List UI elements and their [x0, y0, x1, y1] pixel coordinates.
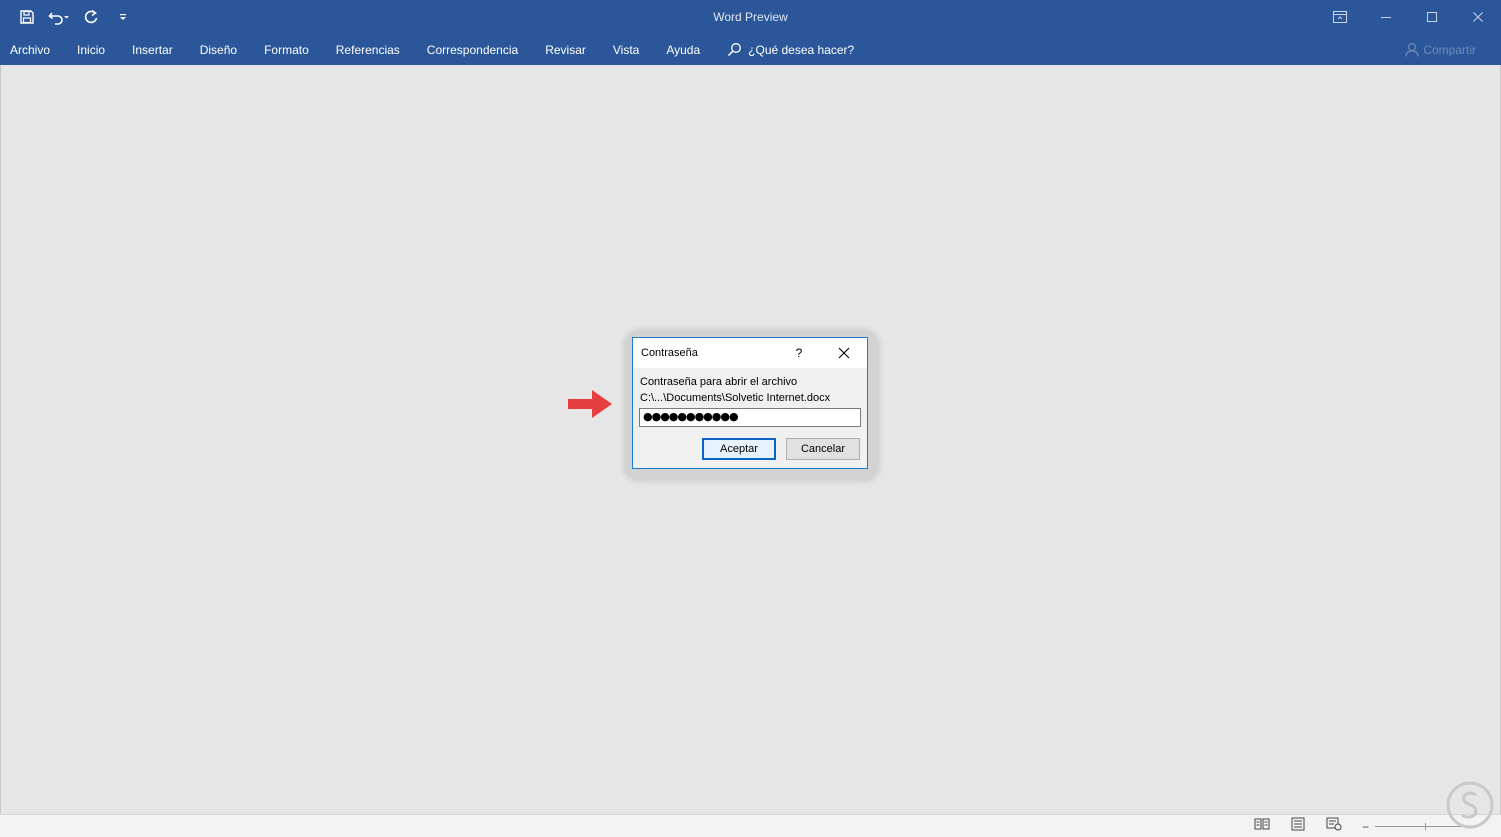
password-dialog: Contraseña ? Contraseña para abrir el ar… — [632, 337, 868, 469]
window-controls — [1317, 0, 1501, 34]
ribbon-display-options-button[interactable] — [1317, 0, 1363, 34]
ribbon-tabs-bar: Archivo Inicio Insertar Diseño Formato R… — [0, 34, 1501, 65]
web-layout-icon — [1326, 817, 1342, 831]
tab-insertar[interactable]: Insertar — [132, 43, 173, 57]
watermark-logo-icon — [1446, 781, 1494, 829]
maximize-icon — [1427, 12, 1437, 22]
zoom-out-icon[interactable]: − — [1362, 820, 1369, 834]
web-layout-button[interactable] — [1326, 817, 1342, 836]
close-window-button[interactable] — [1455, 0, 1501, 34]
search-icon — [728, 43, 742, 57]
password-label: Contraseña para abrir el archivo — [640, 376, 798, 388]
person-icon — [1405, 42, 1419, 57]
tab-revisar[interactable]: Revisar — [545, 43, 586, 57]
zoom-thumb[interactable] — [1425, 823, 1427, 830]
password-field[interactable]: ●●●●●●●●●●● — [639, 408, 861, 427]
file-path: C:\...\Documents\Solvetic Internet.docx — [640, 392, 831, 404]
tab-ayuda[interactable]: Ayuda — [666, 43, 700, 57]
help-button[interactable]: ? — [789, 341, 809, 365]
print-layout-button[interactable] — [1290, 817, 1306, 836]
maximize-button[interactable] — [1409, 0, 1455, 34]
read-mode-button[interactable] — [1254, 817, 1270, 836]
tell-me-text: ¿Qué desea hacer? — [748, 42, 855, 57]
tab-vista[interactable]: Vista — [613, 43, 639, 57]
tab-correspondencia[interactable]: Correspondencia — [427, 43, 518, 57]
tab-inicio[interactable]: Inicio — [77, 43, 105, 57]
accept-button[interactable]: Aceptar — [702, 438, 776, 460]
read-mode-icon — [1254, 818, 1270, 830]
window-title: Word Preview — [713, 10, 788, 24]
dialog-title: Contraseña — [641, 347, 698, 359]
cancel-button[interactable]: Cancelar — [786, 438, 860, 460]
minimize-button[interactable] — [1363, 0, 1409, 34]
ribbon-tabs: Archivo Inicio Insertar Diseño Formato R… — [10, 34, 854, 65]
dialog-header: Contraseña ? — [633, 338, 867, 368]
title-bar: Word Preview — [0, 0, 1501, 34]
tab-archivo[interactable]: Archivo — [10, 43, 50, 57]
minimize-icon — [1381, 17, 1391, 18]
tell-me-box[interactable]: ¿Qué desea hacer? — [727, 42, 854, 57]
share-label: Compartir — [1423, 42, 1476, 57]
share-button[interactable]: Compartir — [1405, 34, 1476, 65]
status-bar: − — [0, 814, 1501, 837]
tab-formato[interactable]: Formato — [264, 43, 309, 57]
arrow-pointer-icon — [568, 390, 612, 418]
tab-referencias[interactable]: Referencias — [336, 43, 400, 57]
tab-diseno[interactable]: Diseño — [200, 43, 237, 57]
view-buttons — [1254, 815, 1342, 837]
ribbon-display-icon — [1333, 11, 1347, 23]
close-icon — [838, 347, 850, 359]
print-layout-icon — [1291, 817, 1305, 831]
close-icon — [1473, 12, 1483, 22]
dialog-close-button[interactable] — [833, 343, 855, 363]
